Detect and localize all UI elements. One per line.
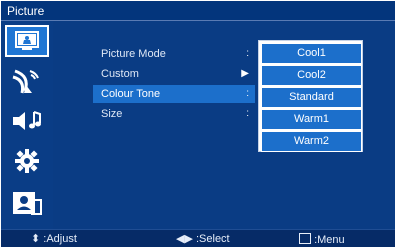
sidebar-item-sound[interactable] [5,105,49,137]
updown-arrow-icon: ⬍ [31,233,41,245]
hint-label: :Menu [314,234,345,246]
sound-icon [13,111,41,130]
menu-item-marker: : [246,48,249,59]
menu-item-custom[interactable]: Custom ▶ [93,65,255,83]
sidebar-item-settings[interactable] [5,145,49,177]
sidebar-item-picture[interactable] [5,25,49,57]
hint-label: :Adjust [43,233,77,245]
menu-item-colour-tone[interactable]: Colour Tone : [93,85,255,103]
option-warm1[interactable]: Warm1 [261,109,362,130]
menu-key-icon [299,233,311,244]
antenna-icon [12,69,39,94]
title-bar: Picture [1,1,395,21]
picture-icon [15,31,39,50]
menu-item-label: Size [101,108,123,120]
sidebar-item-lock[interactable] [5,187,49,219]
lock-person-icon [13,192,42,215]
menu-item-picture-mode[interactable]: Picture Mode : [93,45,255,63]
menu-item-label: Custom [101,68,139,80]
sidebar-item-channel[interactable] [5,65,49,97]
menu-item-label: Picture Mode [101,48,166,60]
hint-adjust: ⬍ :Adjust [31,232,77,246]
menu-item-marker: ▶ [241,68,249,79]
menu-item-marker: : [246,88,249,99]
sidebar [1,21,53,229]
hint-menu: :Menu [299,232,345,247]
menu-item-marker: : [246,108,249,119]
hint-label: :Select [195,233,230,245]
gear-icon [15,149,39,173]
tv-menu-frame: Picture Picture Mode: Custom ▶ Colour T… [1,1,395,247]
leftright-arrow-icon: ◀▶ [176,233,193,245]
option-cool2[interactable]: Cool2 [261,65,362,86]
menu-item-size[interactable]: Size : [93,105,255,123]
footer-hints: ⬍ :Adjust ◀▶ :Select :Menu [1,229,395,247]
option-standard[interactable]: Standard [261,87,362,108]
option-cool1[interactable]: Cool1 [261,43,362,64]
colour-tone-options: Cool1 Cool2 Standard Warm1 Warm2 [258,40,363,152]
hint-select: ◀▶ :Select [176,232,230,246]
page-title: Picture [7,4,45,18]
option-warm2[interactable]: Warm2 [261,131,362,152]
menu-item-label: Colour Tone [101,88,161,100]
menu-content: Picture Mode : Custom ▶ Colour Tone : Si… [53,21,395,229]
